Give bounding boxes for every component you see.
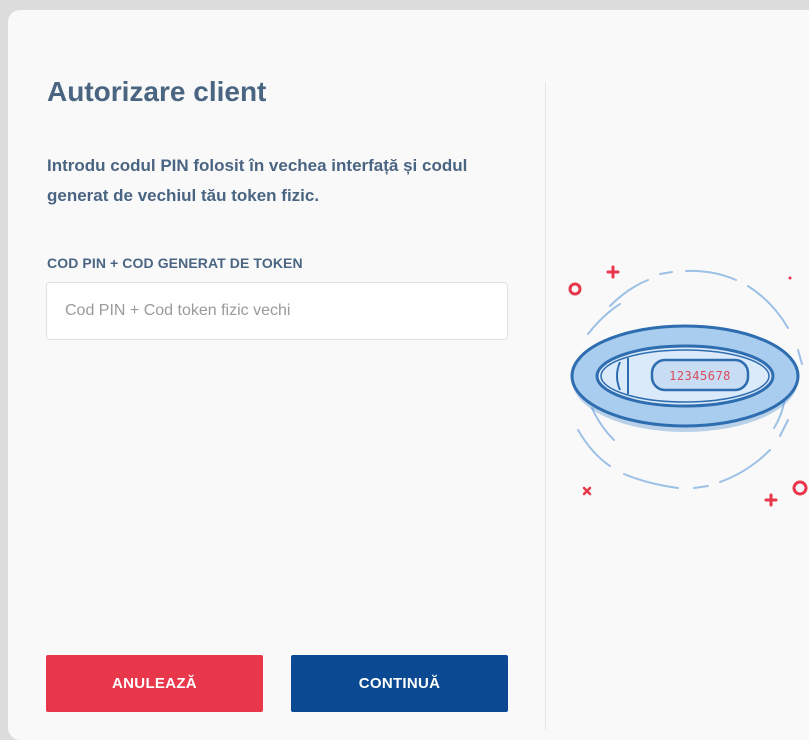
hardware-token-icon: 12345678 — [568, 265, 808, 507]
token-code-display: 12345678 — [669, 369, 731, 383]
instructions-text: Introdu codul PIN folosit în vechea inte… — [47, 156, 468, 205]
pin-token-field — [46, 282, 508, 340]
pin-token-input[interactable] — [47, 283, 507, 339]
page-title: Autorizare client — [47, 76, 267, 107]
vertical-divider — [545, 82, 546, 730]
cancel-button[interactable]: ANULEAZĂ — [46, 655, 263, 712]
authorization-card: Autorizare client Introdu codul PIN folo… — [8, 10, 809, 740]
token-body: 12345678 — [570, 324, 800, 432]
pin-token-label: COD PIN + COD GENERAT DE TOKEN — [47, 255, 303, 271]
continue-button[interactable]: CONTINUĂ — [291, 655, 508, 712]
